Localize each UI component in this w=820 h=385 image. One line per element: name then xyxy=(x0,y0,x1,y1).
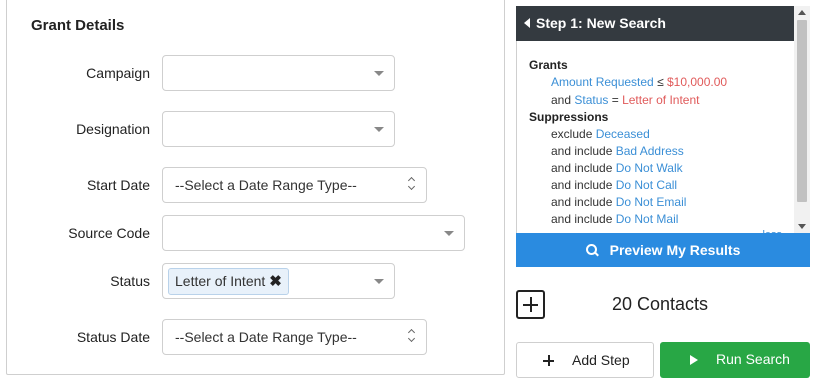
suppression-line: and include Do Not Walk xyxy=(551,161,683,175)
suppressions-heading: Suppressions xyxy=(529,110,609,124)
designation-select[interactable] xyxy=(162,111,395,147)
designation-label: Designation xyxy=(76,121,150,137)
status-tag: Letter of Intent ✖ xyxy=(168,268,289,295)
suppression-link[interactable]: Do Not Walk xyxy=(616,161,683,175)
start-date-label: Start Date xyxy=(86,177,150,193)
status-multiselect[interactable]: Letter of Intent ✖ xyxy=(162,263,395,299)
play-icon xyxy=(690,355,698,365)
suppression-line: exclude Deceased xyxy=(551,127,650,141)
status-date-row: Status Date --Select a Date Range Type-- xyxy=(7,319,504,357)
status-date-label: Status Date xyxy=(76,329,150,345)
campaign-row: Campaign xyxy=(7,55,504,93)
criteria-scrollbar[interactable] xyxy=(794,6,810,233)
start-date-value: --Select a Date Range Type-- xyxy=(175,177,357,193)
updown-chevron-icon xyxy=(408,178,416,192)
step-title: Step 1: New Search xyxy=(536,15,666,31)
criteria-line: and Status = Letter of Intent xyxy=(551,93,700,107)
add-step-label: Add Step xyxy=(572,352,630,368)
criteria-value[interactable]: Letter of Intent xyxy=(622,93,699,107)
status-row: Status Letter of Intent ✖ xyxy=(7,263,504,301)
updown-chevron-icon xyxy=(408,330,416,344)
add-step-button[interactable]: Add Step xyxy=(516,342,654,378)
start-date-select[interactable]: --Select a Date Range Type-- xyxy=(162,167,427,203)
criteria-field-link[interactable]: Amount Requested xyxy=(551,75,654,89)
caret-down-icon xyxy=(374,279,384,284)
suppression-line: and include Bad Address xyxy=(551,144,684,158)
scroll-down-icon[interactable] xyxy=(798,224,806,229)
search-icon xyxy=(585,244,598,256)
suppression-link[interactable]: Do Not Mail xyxy=(616,212,679,226)
suppression-link[interactable]: Bad Address xyxy=(616,144,684,158)
suppression-link[interactable]: Do Not Email xyxy=(616,195,687,209)
caret-left-icon xyxy=(524,18,530,28)
source-code-label: Source Code xyxy=(68,225,150,241)
campaign-select[interactable] xyxy=(162,55,395,91)
status-date-value: --Select a Date Range Type-- xyxy=(175,329,357,345)
suppression-link[interactable]: Do Not Call xyxy=(616,178,677,192)
status-label: Status xyxy=(110,273,150,289)
run-search-button[interactable]: Run Search xyxy=(660,342,810,378)
status-date-select[interactable]: --Select a Date Range Type-- xyxy=(162,319,427,355)
suppression-line: and include Do Not Call xyxy=(551,178,678,192)
plus-icon xyxy=(543,355,554,366)
suppression-line: and include Do Not Email xyxy=(551,195,687,209)
caret-down-icon xyxy=(374,127,384,132)
source-code-select[interactable] xyxy=(162,215,465,251)
preview-results-button[interactable]: Preview My Results xyxy=(516,233,810,267)
scroll-up-icon[interactable] xyxy=(798,10,806,15)
preview-label: Preview My Results xyxy=(609,242,741,258)
grant-details-panel: Grant Details Campaign Designation Start… xyxy=(6,0,505,375)
grants-heading: Grants xyxy=(529,58,568,72)
start-date-row: Start Date --Select a Date Range Type-- xyxy=(7,167,504,205)
suppression-line: and include Do Not Mail xyxy=(551,212,679,226)
campaign-label: Campaign xyxy=(86,65,150,81)
caret-down-icon xyxy=(444,231,454,236)
section-title: Grant Details xyxy=(31,17,125,34)
contacts-count: 20 Contacts xyxy=(612,294,709,314)
remove-tag-icon[interactable]: ✖ xyxy=(269,273,282,290)
criteria-summary: Grants Amount Requested ≤ $10,000.00 and… xyxy=(516,41,794,233)
suppression-link[interactable]: Deceased xyxy=(596,127,650,141)
criteria-field-link[interactable]: Status xyxy=(574,93,608,107)
add-criteria-button[interactable] xyxy=(516,290,545,319)
designation-row: Designation xyxy=(7,111,504,149)
caret-down-icon xyxy=(374,71,384,76)
status-tag-label: Letter of Intent xyxy=(175,273,266,289)
run-search-label: Run Search xyxy=(716,351,790,367)
step-header[interactable]: Step 1: New Search xyxy=(516,6,794,41)
criteria-value[interactable]: $10,000.00 xyxy=(667,75,727,89)
source-code-row: Source Code xyxy=(7,215,504,253)
scroll-thumb[interactable] xyxy=(797,20,807,202)
criteria-line: Amount Requested ≤ $10,000.00 xyxy=(551,75,728,89)
